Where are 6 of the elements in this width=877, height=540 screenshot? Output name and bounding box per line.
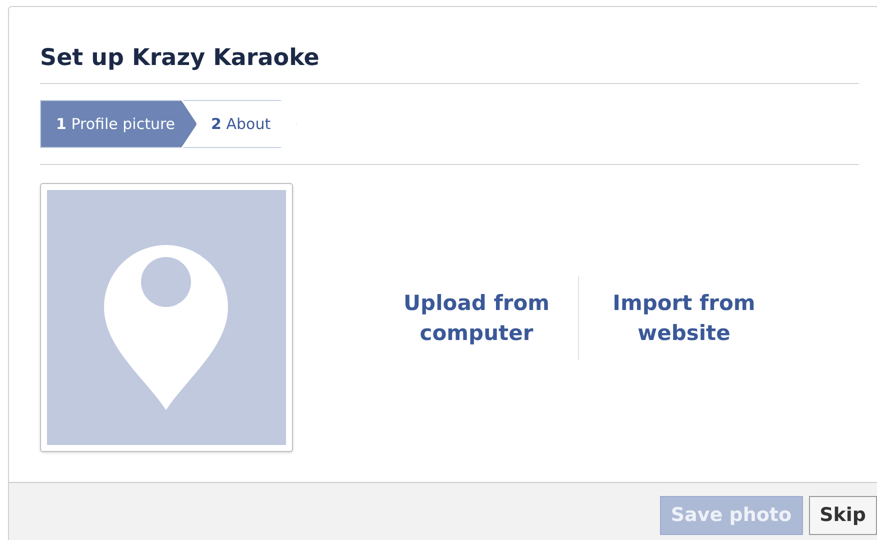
photo-option-link[interactable]: Upload from computer [379, 276, 579, 360]
step-tab[interactable]: 2 About [183, 100, 297, 148]
dialog-title: Set up Krazy Karaoke [40, 44, 320, 73]
step-tab[interactable]: 1 Profile picture [40, 100, 198, 148]
skip-button[interactable]: Skip [808, 496, 877, 535]
photo-option-link[interactable]: Import from website [579, 288, 779, 348]
